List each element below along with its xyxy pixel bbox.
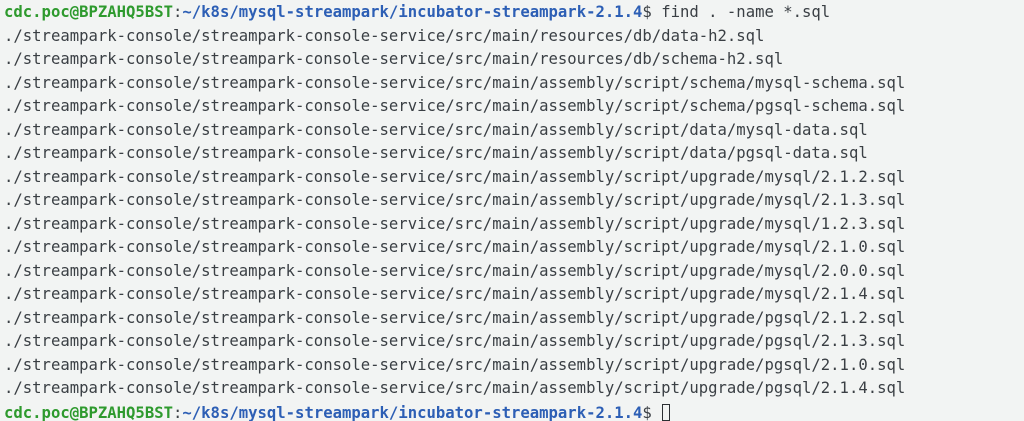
output-line: ./streampark-console/streampark-console-… bbox=[4, 144, 868, 162]
prompt-cwd: ~/k8s/mysql-streampark/incubator-streamp… bbox=[182, 3, 643, 21]
prompt-user-host: cdc.poc@BPZAHQ5BST bbox=[4, 403, 173, 421]
output-line: ./streampark-console/streampark-console-… bbox=[4, 214, 906, 233]
output-line: ./streampark-console/streampark-console-… bbox=[4, 261, 906, 280]
output-line: ./streampark-console/streampark-console-… bbox=[4, 50, 784, 68]
output-line: ./streampark-console/streampark-console-… bbox=[4, 26, 765, 45]
output-line: ./streampark-console/streampark-console-… bbox=[4, 73, 906, 92]
output-line: ./streampark-console/streampark-console-… bbox=[4, 285, 906, 303]
command-line: cdc.poc@BPZAHQ5BST:~/k8s/mysql-streampar… bbox=[4, 1, 1024, 25]
prompt-user-host: cdc.poc@BPZAHQ5BST bbox=[4, 3, 173, 21]
output-line: ./streampark-console/streampark-console-… bbox=[4, 120, 868, 139]
entered-command: find . -name *.sql bbox=[661, 3, 831, 21]
output-line: ./streampark-console/streampark-console-… bbox=[4, 355, 906, 374]
text-cursor[interactable] bbox=[662, 403, 671, 421]
output-line: ./streampark-console/streampark-console-… bbox=[4, 97, 906, 115]
prompt-separator: : bbox=[173, 3, 183, 21]
output-line: ./streampark-console/streampark-console-… bbox=[4, 238, 906, 256]
prompt-symbol: $ bbox=[642, 403, 662, 421]
prompt-cwd: ~/k8s/mysql-streampark/incubator-streamp… bbox=[182, 403, 643, 421]
output-line: ./streampark-console/streampark-console-… bbox=[4, 167, 906, 186]
output-line: ./streampark-console/streampark-console-… bbox=[4, 379, 906, 397]
prompt-separator: : bbox=[173, 403, 183, 421]
terminal-window[interactable]: cdc.poc@BPZAHQ5BST:~/k8s/mysql-streampar… bbox=[0, 0, 1024, 421]
prompt-symbol: $ bbox=[642, 3, 662, 21]
output-line: ./streampark-console/streampark-console-… bbox=[4, 332, 906, 350]
active-prompt-line[interactable]: cdc.poc@BPZAHQ5BST:~/k8s/mysql-streampar… bbox=[4, 401, 1024, 421]
output-line: ./streampark-console/streampark-console-… bbox=[4, 308, 906, 327]
output-line: ./streampark-console/streampark-console-… bbox=[4, 191, 906, 209]
